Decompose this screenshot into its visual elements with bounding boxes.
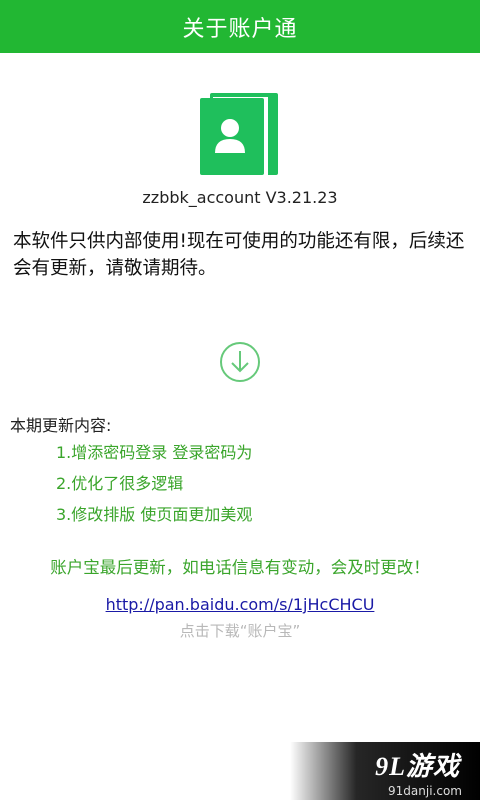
update-list: 1.增添密码登录 登录密码为 2.优化了很多逻辑 3.修改排版 使页面更加美观	[56, 440, 252, 533]
app-version: zzbbk_account V3.21.23	[142, 188, 338, 207]
update-item: 2.优化了很多逻辑	[56, 474, 184, 493]
download-link[interactable]: http://pan.baidu.com/s/1jHcCHCU	[0, 595, 480, 614]
update-title: 本期更新内容:	[10, 416, 112, 435]
update-item: 3.修改排版 使页面更加美观	[56, 505, 253, 524]
update-note: 账户宝最后更新，如电话信息有变动，会及时更改！	[50, 558, 430, 577]
contact-card-icon	[200, 93, 278, 175]
title-bar: 关于账户通	[0, 0, 480, 53]
download-circle-icon[interactable]	[219, 341, 261, 383]
watermark-url: 91danji.com	[388, 784, 462, 798]
update-item: 1.增添密码登录 登录密码为	[56, 443, 253, 462]
page-title: 关于账户通	[182, 16, 298, 42]
watermark: 9L游戏 91danji.com	[290, 742, 480, 800]
download-caption: 点击下载“账户宝”	[179, 622, 301, 640]
notice-text: 本软件只供内部使用!现在可使用的功能还有限，后续还会有更新，请敬请期待。	[13, 231, 465, 279]
watermark-logo: 9L游戏	[375, 752, 460, 781]
